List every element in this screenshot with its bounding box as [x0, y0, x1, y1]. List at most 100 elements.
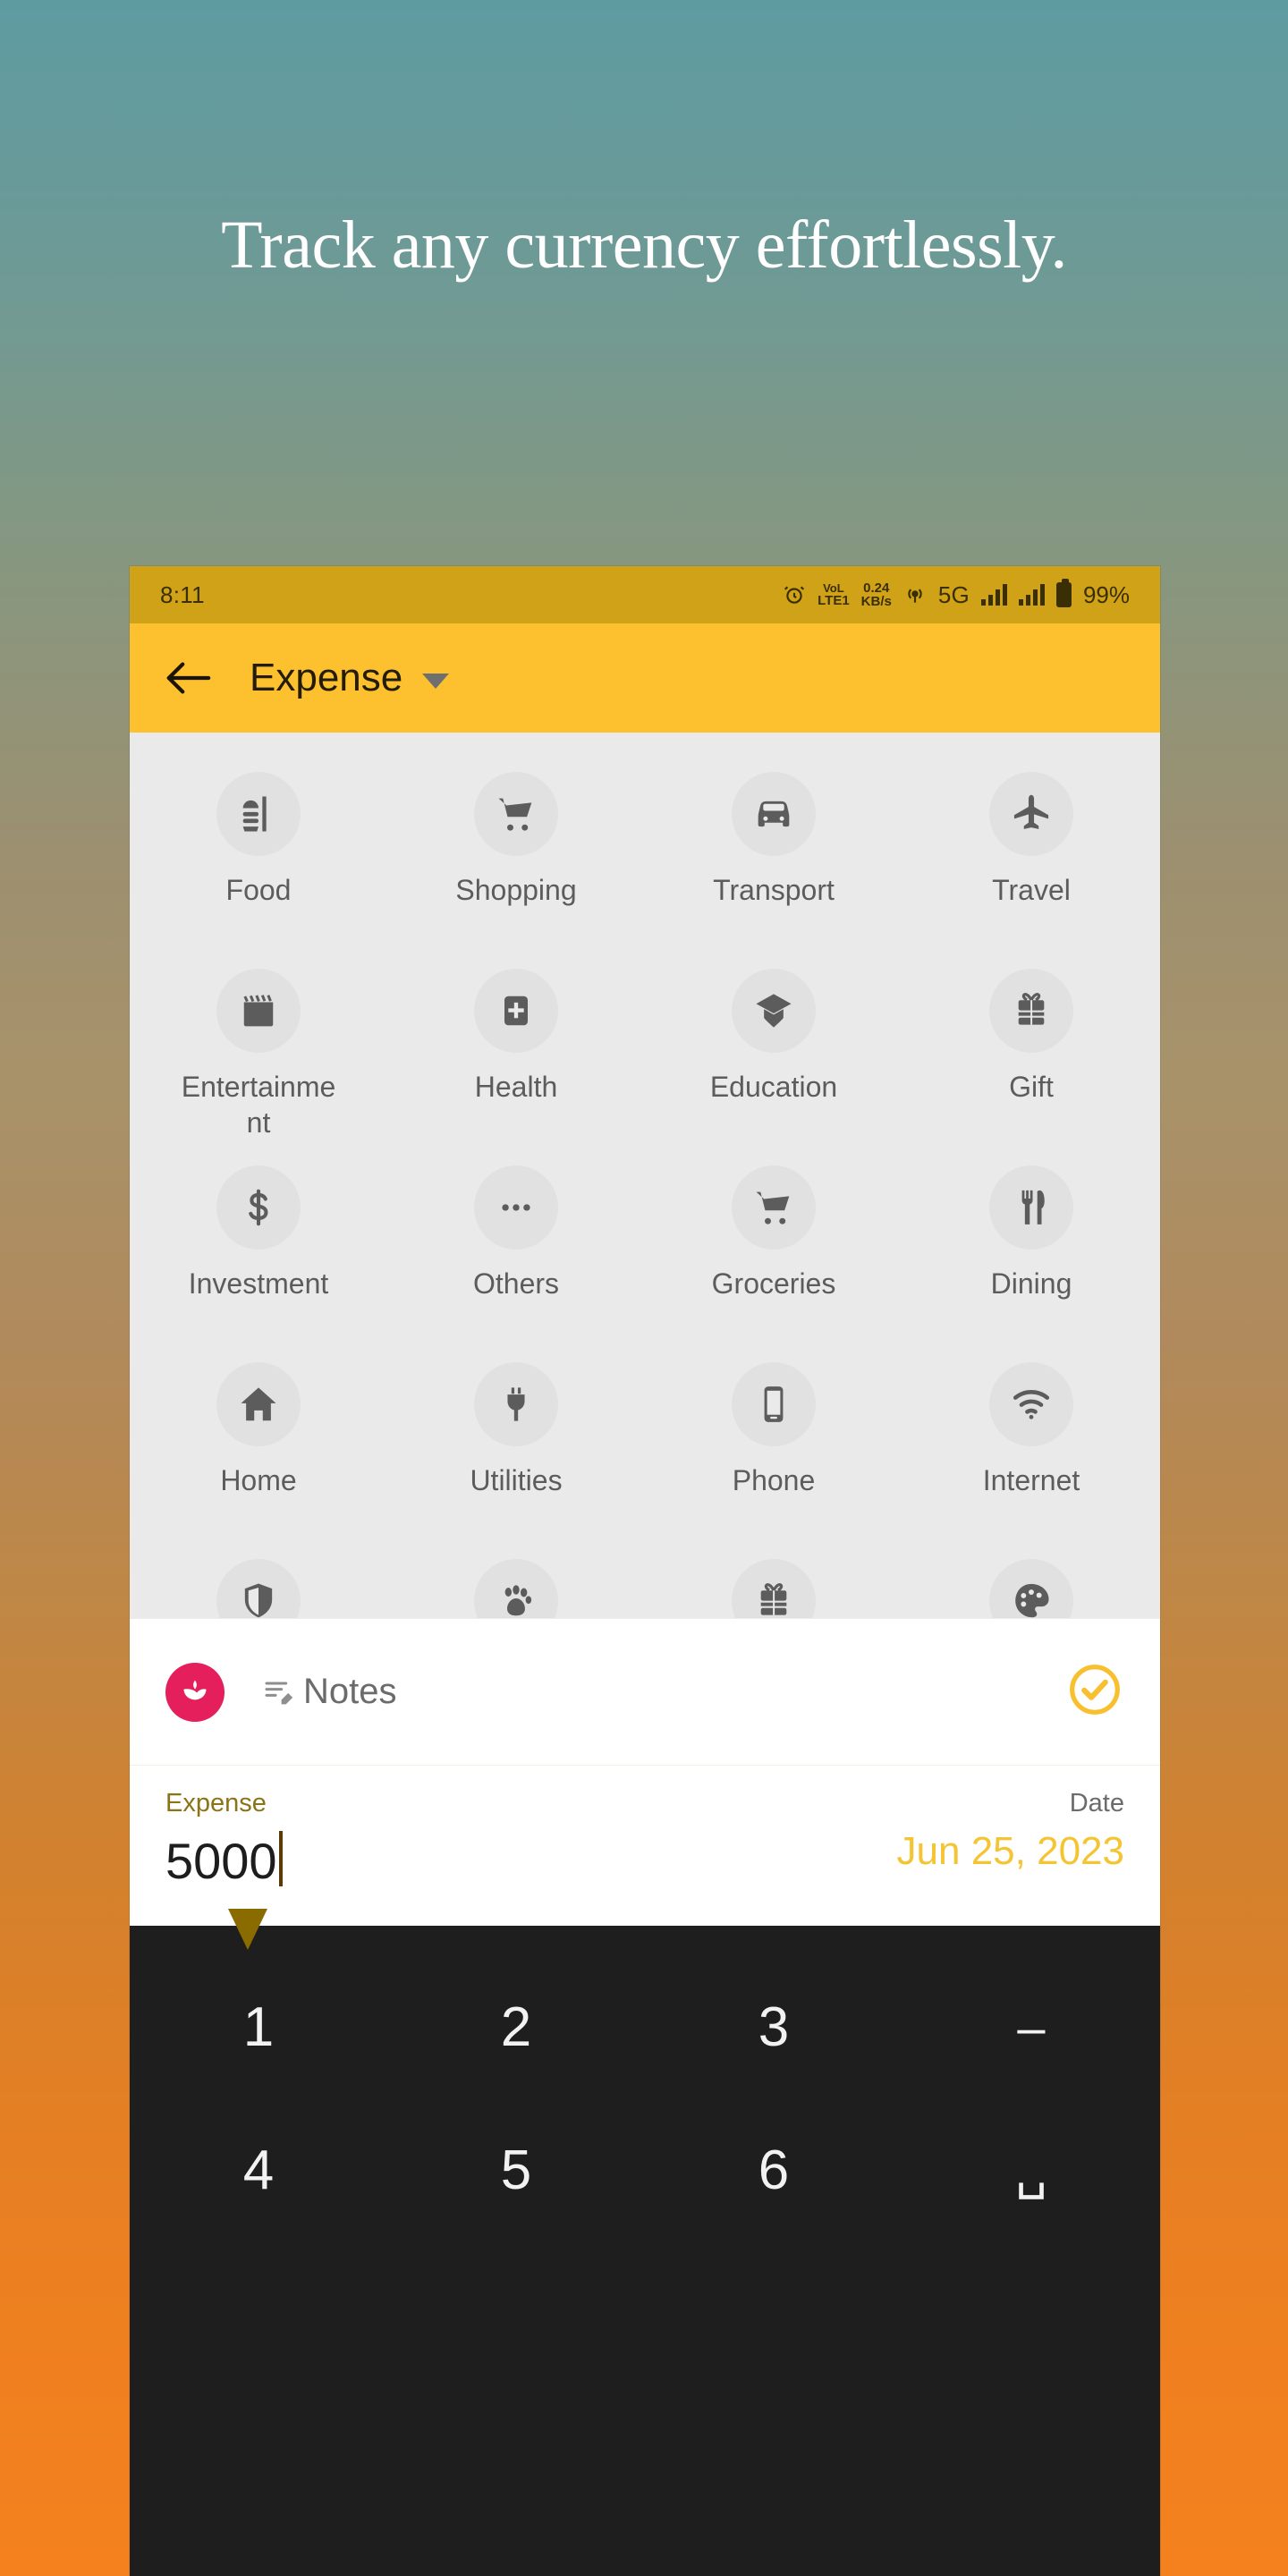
- airplane-icon: [989, 772, 1073, 856]
- signal-bars-sim2-icon: [1018, 584, 1045, 606]
- keypad-key-2[interactable]: 2: [387, 2000, 645, 2055]
- battery-icon: [1055, 579, 1072, 607]
- volte-top-label: VoL: [823, 580, 844, 595]
- category-item-internet[interactable]: Internet: [902, 1343, 1160, 1539]
- category-item-education[interactable]: Education: [645, 949, 902, 1146]
- gift-icon: [732, 1559, 816, 1618]
- category-label: Health: [474, 1071, 558, 1103]
- home-icon: [216, 1362, 301, 1446]
- graduation-cap-icon: [732, 969, 816, 1053]
- category-item-entertainment[interactable]: Entertainment: [130, 949, 387, 1146]
- category-item-phone[interactable]: Phone: [645, 1343, 902, 1539]
- category-label: Food: [225, 874, 292, 906]
- phone-screenshot: 8:11 VoL LTE1 0.24 KB/s 5G 99% Expense F…: [130, 566, 1160, 2576]
- wifi-icon: [989, 1362, 1073, 1446]
- category-item-utilities[interactable]: Utilities: [387, 1343, 645, 1539]
- power-plug-icon: [474, 1362, 558, 1446]
- category-label: Entertainment: [181, 1071, 336, 1139]
- expense-amount-input[interactable]: 5000: [165, 1836, 277, 1886]
- note-edit-icon[interactable]: [262, 1674, 298, 1710]
- network-type-label: 5G: [937, 580, 970, 608]
- keypad-key-␣[interactable]: ␣: [902, 2146, 1160, 2196]
- category-item-gift[interactable]: Gift: [902, 949, 1160, 1146]
- keypad-key-4[interactable]: 4: [130, 2143, 387, 2199]
- category-item-transport[interactable]: Transport: [645, 752, 902, 949]
- category-item-home[interactable]: Home: [130, 1343, 387, 1539]
- category-item-shopping[interactable]: Shopping: [387, 752, 645, 949]
- category-label: Home: [220, 1464, 297, 1496]
- keypad-row: 4 5 6 ␣: [130, 2099, 1160, 2242]
- keypad-key-–[interactable]: –: [902, 2003, 1160, 2053]
- category-label: Phone: [732, 1464, 816, 1496]
- data-rate-unit: KB/s: [860, 594, 892, 609]
- text-selection-handle[interactable]: [228, 1909, 267, 1950]
- ellipsis-icon: [474, 1165, 558, 1250]
- status-bar: 8:11 VoL LTE1 0.24 KB/s 5G 99%: [130, 566, 1160, 623]
- page-title: Track any currency effortlessly.: [221, 208, 1067, 283]
- clapperboard-icon: [216, 969, 301, 1053]
- gift-icon: [989, 969, 1073, 1053]
- confirm-button[interactable]: [1065, 1660, 1124, 1724]
- keypad-key-1[interactable]: 1: [130, 2000, 387, 2055]
- category-label: Shopping: [455, 874, 577, 906]
- text-cursor: [278, 1831, 283, 1886]
- status-time: 8:11: [160, 580, 205, 608]
- paw-icon: [474, 1559, 558, 1618]
- keypad-key-6[interactable]: 6: [645, 2143, 902, 2199]
- expense-field-label: Expense: [165, 1789, 267, 1818]
- medical-cross-icon: [474, 969, 558, 1053]
- category-item-pet[interactable]: Pet: [387, 1539, 645, 1618]
- category-item-travel[interactable]: Travel: [902, 752, 1160, 949]
- category-label: Gift: [1009, 1071, 1054, 1103]
- signal-bars-sim1-icon: [980, 584, 1007, 606]
- fork-knife-icon: [989, 1165, 1073, 1250]
- keypad-key-3[interactable]: 3: [645, 2000, 902, 2055]
- volte-indicator: VoL LTE1: [818, 580, 850, 607]
- expense-field[interactable]: Expense 5000: [165, 1789, 283, 1886]
- category-item-insurance[interactable]: Insurance: [130, 1539, 387, 1618]
- category-label: Investment: [188, 1267, 329, 1300]
- fast-food-icon: [216, 772, 301, 856]
- app-bar: Expense: [130, 623, 1160, 733]
- category-label: Utilities: [470, 1464, 563, 1496]
- alarm-clock-icon: [783, 583, 806, 606]
- category-label: Groceries: [711, 1267, 836, 1300]
- category-label: Transport: [713, 874, 835, 906]
- shopping-cart-icon: [474, 772, 558, 856]
- notes-label[interactable]: Notes: [303, 1672, 397, 1712]
- category-label: Travel: [992, 874, 1071, 906]
- battery-percent-label: 99%: [1082, 580, 1130, 608]
- dollar-sign-icon: [216, 1165, 301, 1250]
- category-item-hobbies[interactable]: Hobbies: [902, 1539, 1160, 1618]
- chevron-down-icon[interactable]: [422, 673, 450, 689]
- category-grid: Food Shopping Transport Travel Entertainment…: [130, 733, 1160, 1618]
- keypad-key-5[interactable]: 5: [387, 2143, 645, 2199]
- date-value[interactable]: Jun 25, 2023: [897, 1829, 1124, 1874]
- category-item-groceries[interactable]: Groceries: [645, 1146, 902, 1343]
- shield-icon: [216, 1559, 301, 1618]
- date-field[interactable]: Date Jun 25, 2023: [897, 1789, 1124, 1874]
- amount-date-row: Expense 5000 Date Jun 25, 2023: [130, 1765, 1160, 1950]
- app-bar-title: Expense: [250, 656, 403, 699]
- data-rate-value: 0.24: [863, 580, 890, 596]
- category-label: Internet: [982, 1464, 1080, 1496]
- back-arrow-icon[interactable]: [164, 660, 230, 696]
- category-item-dining[interactable]: Dining: [902, 1146, 1160, 1343]
- category-item-investment[interactable]: Investment: [130, 1146, 387, 1343]
- check-circle-icon: [1065, 1660, 1124, 1724]
- notes-bar: Notes: [130, 1618, 1160, 1765]
- shopping-cart-icon: [732, 1165, 816, 1250]
- lotus-flower-icon: [165, 1662, 225, 1722]
- numeric-keypad: 1 2 3– 4 5 6 ␣: [130, 1926, 1160, 2576]
- category-label: Others: [472, 1267, 560, 1300]
- car-icon: [732, 772, 816, 856]
- category-item-others[interactable]: Others: [387, 1146, 645, 1343]
- smartphone-icon: [732, 1362, 816, 1446]
- hotspot-icon: [903, 583, 927, 606]
- date-field-label: Date: [1069, 1789, 1124, 1818]
- category-item-gifts[interactable]: Gifts: [645, 1539, 902, 1618]
- keypad-row: 1 2 3–: [130, 1956, 1160, 2099]
- category-label: Education: [709, 1071, 838, 1103]
- category-item-food[interactable]: Food: [130, 752, 387, 949]
- category-item-health[interactable]: Health: [387, 949, 645, 1146]
